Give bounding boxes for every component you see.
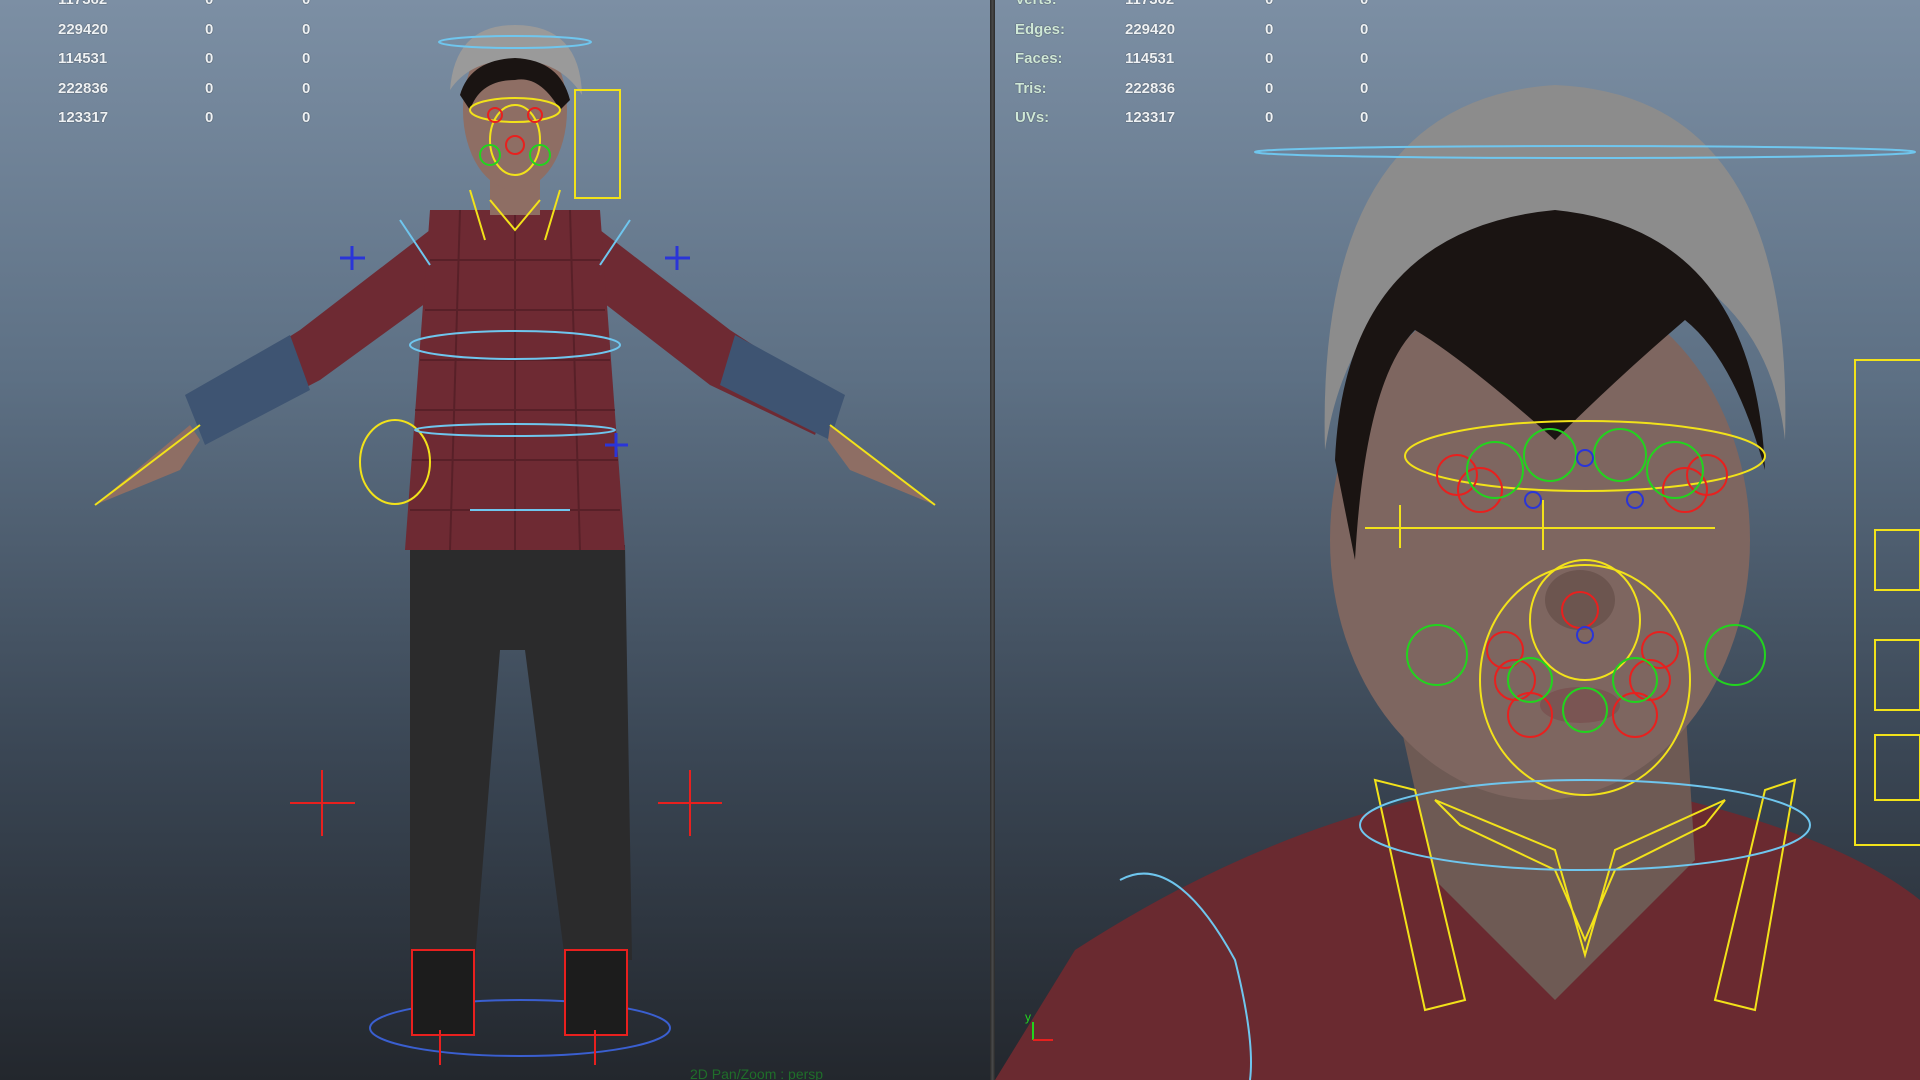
hud-triangles: 0 [1360,50,1369,67]
hud-selected: 0 [205,109,214,126]
poly-count-hud-right: Verts: 117362 0 0 Edges: 229420 0 0 Face… [1015,0,1435,140]
hud-row: 229420 0 0 [0,20,360,52]
hud-label: Verts: [1015,0,1057,8]
hud-label: Edges: [1015,20,1066,38]
hud-selected: 0 [205,50,214,67]
hud-selected: 0 [205,79,214,97]
hud-selected: 0 [1265,20,1274,38]
hud-value: 117362 [1125,0,1174,8]
hud-triangles: 0 [1360,79,1369,97]
hud-row: 123317 0 0 [0,110,360,140]
hud-label: Tris: [1015,79,1047,97]
hud-value: 123317 [58,109,109,126]
hud-triangles: 0 [302,20,311,38]
hud-triangles: 0 [302,109,311,126]
hud-triangles: 0 [302,0,310,8]
hud-value: 229420 [1125,20,1176,38]
viewport-perspective-face-closeup[interactable]: Verts: 117362 0 0 Edges: 229420 0 0 Face… [995,0,1920,1080]
hud-value: 222836 [1125,79,1176,97]
hud-row: 222836 0 0 [0,79,360,111]
hud-value: 114531 [1125,50,1175,67]
hud-triangles: 0 [1360,109,1369,126]
character-face-closeup-render [995,85,1920,1080]
camera-label: 2D Pan/Zoom : persp [690,1066,824,1080]
hud-triangles: 0 [302,79,311,97]
hud-label: UVs: [1015,109,1050,126]
locator-cross-icon [290,770,722,1065]
hud-value: 229420 [58,20,109,38]
hud-value: 117362 [58,0,107,8]
hud-row: Tris: 222836 0 0 [1015,79,1435,111]
hud-triangles: 0 [302,50,311,67]
hud-selected: 0 [1265,79,1274,97]
hud-row: Verts: 117362 0 0 [1015,0,1435,22]
character-full-body-render [94,25,936,1065]
hud-row: Edges: 229420 0 0 [1015,20,1435,52]
hud-selected: 0 [205,0,213,8]
hud-value: 114531 [58,50,108,67]
hud-selected: 0 [205,20,214,38]
hud-selected: 0 [1265,50,1274,67]
hud-row: UVs: 123317 0 0 [1015,110,1435,140]
hud-row: 114531 0 0 [0,51,360,81]
hud-value: 222836 [58,79,109,97]
viewport-perspective-full-body[interactable]: 117362 0 0 229420 0 0 114531 0 0 222836 … [0,0,990,1080]
hud-label: Faces: [1015,50,1063,67]
poly-count-hud-left: 117362 0 0 229420 0 0 114531 0 0 222836 … [0,0,360,140]
hud-row: Faces: 114531 0 0 [1015,51,1435,81]
hud-triangles: 0 [1360,20,1369,38]
hud-triangles: 0 [1360,0,1368,8]
hud-value: 123317 [1125,109,1176,126]
axis-label-y: y [1025,1010,1031,1024]
hud-selected: 0 [1265,109,1274,126]
hud-selected: 0 [1265,0,1273,8]
hud-row: 117362 0 0 [0,0,360,22]
